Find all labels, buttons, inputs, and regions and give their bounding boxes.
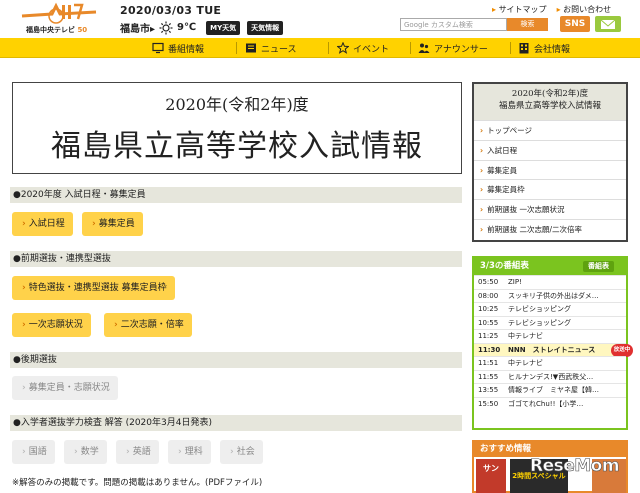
mail-icon <box>600 19 616 29</box>
my-weather-button[interactable]: MY天気 <box>206 20 241 35</box>
chevron-right-icon: › <box>178 447 182 457</box>
nav-announcers[interactable]: アナウンサー <box>418 41 488 55</box>
mail-button[interactable] <box>595 16 621 32</box>
answer-japanese-button: › 国語 <box>12 440 55 464</box>
recommend-header: おすすめ情報 <box>474 442 626 457</box>
nav-divider <box>236 42 237 54</box>
building-icon <box>519 43 529 54</box>
nav-programs[interactable]: 番組情報 <box>152 41 204 55</box>
second-application-ratio-button[interactable]: › 二次志願・倍率 <box>104 313 192 337</box>
chevron-right-icon: › <box>480 165 484 175</box>
chevron-right-icon: › <box>480 224 484 234</box>
chevron-right-icon: › <box>22 219 26 229</box>
sidebar-item-top[interactable]: › トップページ <box>474 120 626 140</box>
sidebar-item-schedule[interactable]: › 入試日程 <box>474 139 626 160</box>
contact-link[interactable]: ▸ お問い合わせ <box>557 4 612 15</box>
sidebar-item-first-status[interactable]: › 前期選抜 一次志願状況 <box>474 199 626 219</box>
site-header: 福島中央テレビ 50 2020/03/03 TUE 福島市▸ 9℃ MY天気 天… <box>0 0 640 38</box>
page-title-box: 2020年(令和2年)度 福島県立高等学校入試情報 <box>12 82 462 174</box>
program-row[interactable]: 13:55 情報ライブ ミヤネ屋【韓… <box>474 383 626 397</box>
program-row[interactable]: 11:55 ヒルナンデス!▼西武秩父… <box>474 369 626 384</box>
chevron-right-icon: › <box>22 283 26 293</box>
nav-news[interactable]: ニュース <box>245 41 297 55</box>
section-header-answers: ●入学者選抜学力検査 解答 (2020年3月4日発表) <box>10 415 462 431</box>
program-row-now[interactable]: 11:30 NNN ストレイトニュース 放送中 <box>474 342 633 357</box>
date-display: 2020/03/03 TUE <box>120 4 222 17</box>
nav-divider <box>328 42 329 54</box>
program-row[interactable]: 10:25 テレビショッピング <box>474 302 626 316</box>
chevron-right-icon: › <box>480 185 484 195</box>
weather-info-button[interactable]: 天気情報 <box>247 20 284 35</box>
answer-math-button: › 数学 <box>64 440 107 464</box>
nav-company[interactable]: 会社情報 <box>518 41 570 55</box>
chevron-right-icon: › <box>480 205 484 215</box>
sidebar-item-second-status[interactable]: › 前期選抜 二次志願/二次倍率 <box>474 218 626 239</box>
late-quota-status-button: › 募集定員・志願状況 <box>12 376 118 400</box>
watermark: ReseMom <box>530 456 620 477</box>
program-guide-header: 3/3の番組表 番組表 <box>474 258 626 275</box>
chevron-right-icon: › <box>480 126 484 135</box>
city-link[interactable]: 福島市▸ <box>120 20 155 35</box>
sidebar-item-quota-frame[interactable]: › 募集定員枠 <box>474 179 626 199</box>
people-icon <box>418 43 430 53</box>
pdf-note: ※解答のみの掲載です。問題の掲載はありません。(PDFファイル) <box>12 478 263 488</box>
section-header-early: ●前期選抜・連携型選抜 <box>10 251 462 267</box>
chevron-right-icon: › <box>22 383 26 393</box>
program-row[interactable]: 08:00 スッキリ子供の外出はダメ… <box>474 288 626 303</box>
page-title: 福島県立高等学校入試情報 <box>51 129 423 164</box>
sidebar-menu: 2020年(令和2年)度 福島県立高等学校入試情報 › トップページ › 入試日程 … <box>472 82 628 242</box>
answer-science-button: › 理科 <box>168 440 211 464</box>
sns-button[interactable]: SNS <box>560 16 590 32</box>
answer-english-button: › 英語 <box>116 440 159 464</box>
program-guide: 3/3の番組表 番組表 05:50 ZIP! 08:00 スッキリ子供の外出はダメ…… <box>472 256 633 430</box>
chevron-right-icon: › <box>74 447 78 457</box>
chevron-right-icon: › <box>22 320 26 330</box>
sun-icon <box>159 21 173 34</box>
newspaper-icon <box>246 43 256 53</box>
program-row[interactable]: 11:51 中テレナビ <box>474 356 626 370</box>
program-row[interactable]: 15:50 ゴゴてれChu!!【小学… <box>474 396 626 411</box>
program-row[interactable]: 10:55 テレビショッピング <box>474 315 626 330</box>
star-icon <box>337 42 349 54</box>
nav-events[interactable]: イベント <box>337 41 389 55</box>
chevron-right-icon: › <box>114 320 118 330</box>
special-selection-quota-button[interactable]: › 特色選抜・連携型選抜 募集定員枠 <box>12 276 175 300</box>
search-input[interactable]: Google カスタム検索 <box>400 18 507 31</box>
nav-divider <box>410 42 411 54</box>
logo-caption: 福島中央テレビ 50 <box>26 26 88 34</box>
onair-badge: 放送中 <box>611 343 633 357</box>
recommend-thumbnail[interactable]: サン <box>476 459 506 493</box>
tv-icon <box>152 42 164 54</box>
first-application-status-button[interactable]: › 一次志願状況 <box>12 313 91 337</box>
program-guide-button[interactable]: 番組表 <box>583 261 614 272</box>
sidebar-title: 2020年(令和2年)度 福島県立高等学校入試情報 <box>474 84 626 120</box>
weather-row: 福島市▸ 9℃ MY天気 天気情報 <box>120 20 286 35</box>
search-button[interactable]: 検索 <box>507 18 548 31</box>
program-row[interactable]: 05:50 ZIP! <box>474 275 626 289</box>
temperature: 9℃ <box>177 22 197 33</box>
chevron-right-icon: › <box>126 447 130 457</box>
exam-schedule-button[interactable]: › 入試日程 <box>12 212 73 236</box>
sidebar-item-quota[interactable]: › 募集定員 <box>474 159 626 180</box>
nav-divider <box>510 42 511 54</box>
section-header-schedule: ●2020年度 入試日程・募集定員 <box>10 187 462 203</box>
top-links: ▸ サイトマップ ▸ お問い合わせ <box>492 4 611 15</box>
answer-social-button: › 社会 <box>220 440 263 464</box>
chevron-right-icon: › <box>230 447 234 457</box>
main-nav: 番組情報 ニュース イベント アナウンサー 会社情報 <box>0 38 640 58</box>
chevron-right-icon: › <box>92 219 96 229</box>
chevron-right-icon: › <box>480 145 484 155</box>
chevron-right-icon: › <box>22 447 26 457</box>
program-row[interactable]: 11:25 中テレナビ <box>474 329 626 343</box>
page-title-year: 2020年(令和2年)度 <box>165 95 309 114</box>
sitemap-link[interactable]: ▸ サイトマップ <box>492 4 547 15</box>
section-header-late: ●後期選抜 <box>10 352 462 368</box>
enrollment-quota-button[interactable]: › 募集定員 <box>82 212 143 236</box>
